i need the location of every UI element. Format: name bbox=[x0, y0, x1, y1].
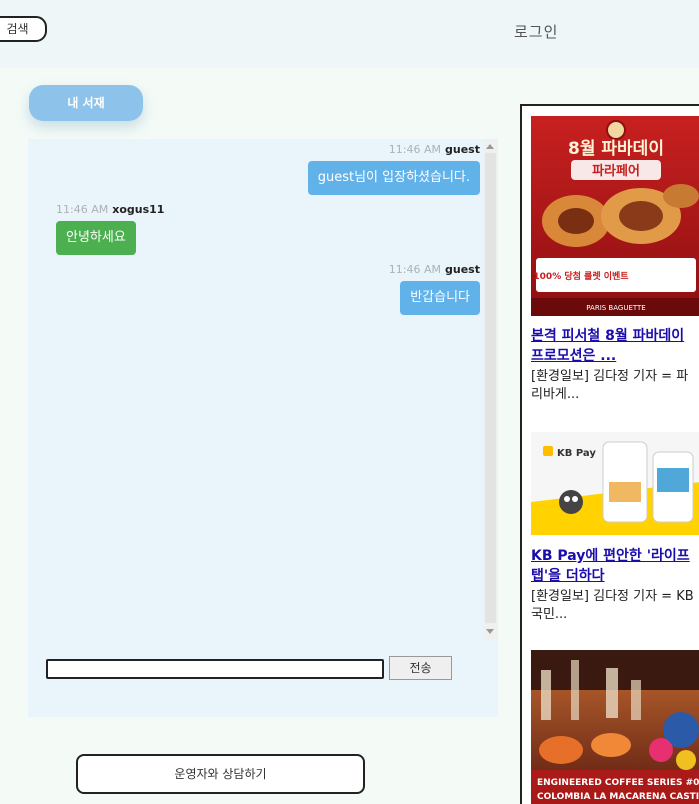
message-time: 11:46 AM bbox=[388, 263, 442, 276]
ad-image-coffee[interactable]: ENGINEERED COFFEE SERIES #005 COLOMBIA L… bbox=[531, 650, 699, 804]
ad-image-heading: KB Pay bbox=[557, 448, 596, 459]
send-button[interactable]: 전송 bbox=[389, 656, 452, 680]
chat-input[interactable] bbox=[46, 659, 384, 679]
ad-image-art: 8월 파바데이 파라페어 100% 당첨 룰렛 이벤트 PARIS BAGUET… bbox=[531, 120, 699, 316]
top-bar: 검색 로그인 bbox=[0, 0, 699, 68]
message-user: xogus11 bbox=[112, 203, 165, 216]
chat-panel: 11:46 AM guest guest님이 입장하셨습니다. 11:46 AM x… bbox=[28, 139, 498, 717]
chat-message: 11:46 AM guest guest님이 입장하셨습니다. bbox=[307, 143, 480, 195]
scroll-down-icon[interactable] bbox=[486, 629, 494, 634]
login-link[interactable]: 로그인 bbox=[514, 21, 558, 42]
message-bubble: 반갑습니다 bbox=[400, 281, 480, 315]
consult-operator-button[interactable]: 운영자와 상담하기 bbox=[76, 754, 365, 794]
ad-image-heading: 8월 파바데이 bbox=[568, 139, 664, 159]
ad-image-art: KB Pay bbox=[531, 441, 699, 535]
ad-image-art: ENGINEERED COFFEE SERIES #005 COLOMBIA L… bbox=[531, 650, 699, 804]
ad-description: [환경일보] 김다정 기자 = KB국민... bbox=[531, 589, 694, 622]
search-button[interactable]: 검색 bbox=[0, 16, 47, 42]
ad-description: [환경일보] 김다정 기자 = 파리바게... bbox=[531, 369, 689, 402]
ad-title-link[interactable]: KB Pay에 편안한 '라이프 탭'을 더하다 bbox=[531, 546, 699, 586]
ad-image-kbpay[interactable]: KB Pay bbox=[531, 432, 699, 535]
ad-image-promo: 100% 당첨 룰렛 이벤트 bbox=[533, 270, 629, 282]
message-bubble: guest님이 입장하셨습니다. bbox=[307, 161, 480, 195]
scroll-up-icon[interactable] bbox=[486, 144, 494, 149]
ad-image-parisbaguette[interactable]: 8월 파바데이 파라페어 100% 당첨 룰렛 이벤트 PARIS BAGUET… bbox=[531, 116, 699, 316]
chat-message: 11:46 AM xogus11 안녕하세요 bbox=[56, 203, 164, 255]
ad-image-subheading: 파라페어 bbox=[592, 163, 640, 179]
scroll-thumb[interactable] bbox=[485, 153, 496, 623]
message-time: 11:46 AM bbox=[56, 203, 109, 216]
message-user: guest bbox=[445, 263, 480, 276]
message-user: guest bbox=[445, 143, 480, 156]
message-meta: 11:46 AM guest bbox=[308, 143, 480, 156]
chat-log: 11:46 AM guest guest님이 입장하셨습니다. 11:46 AM x… bbox=[28, 139, 483, 639]
message-meta: 11:46 AM xogus11 bbox=[56, 203, 164, 216]
ad-title-link[interactable]: 본격 피서철 8월 파바데이 프로모션은 ... bbox=[531, 326, 699, 366]
message-meta: 11:46 AM guest bbox=[389, 263, 480, 276]
my-library-button[interactable]: 내 서재 bbox=[29, 85, 143, 121]
chat-scrollbar[interactable] bbox=[483, 139, 498, 639]
ad-image-footer: PARIS BAGUETTE bbox=[586, 304, 645, 312]
chat-message: 11:46 AM guest 반갑습니다 bbox=[389, 263, 480, 315]
message-time: 11:46 AM bbox=[388, 143, 442, 156]
ad-panel: 8월 파바데이 파라페어 100% 당첨 룰렛 이벤트 PARIS BAGUET… bbox=[520, 104, 699, 804]
ad-image-caption-2: COLOMBIA LA MACARENA CASTILLO bbox=[537, 792, 699, 802]
chat-input-row: 전송 bbox=[28, 639, 498, 717]
message-bubble: 안녕하세요 bbox=[56, 221, 136, 255]
ad-image-caption-1: ENGINEERED COFFEE SERIES #005 bbox=[537, 778, 699, 788]
